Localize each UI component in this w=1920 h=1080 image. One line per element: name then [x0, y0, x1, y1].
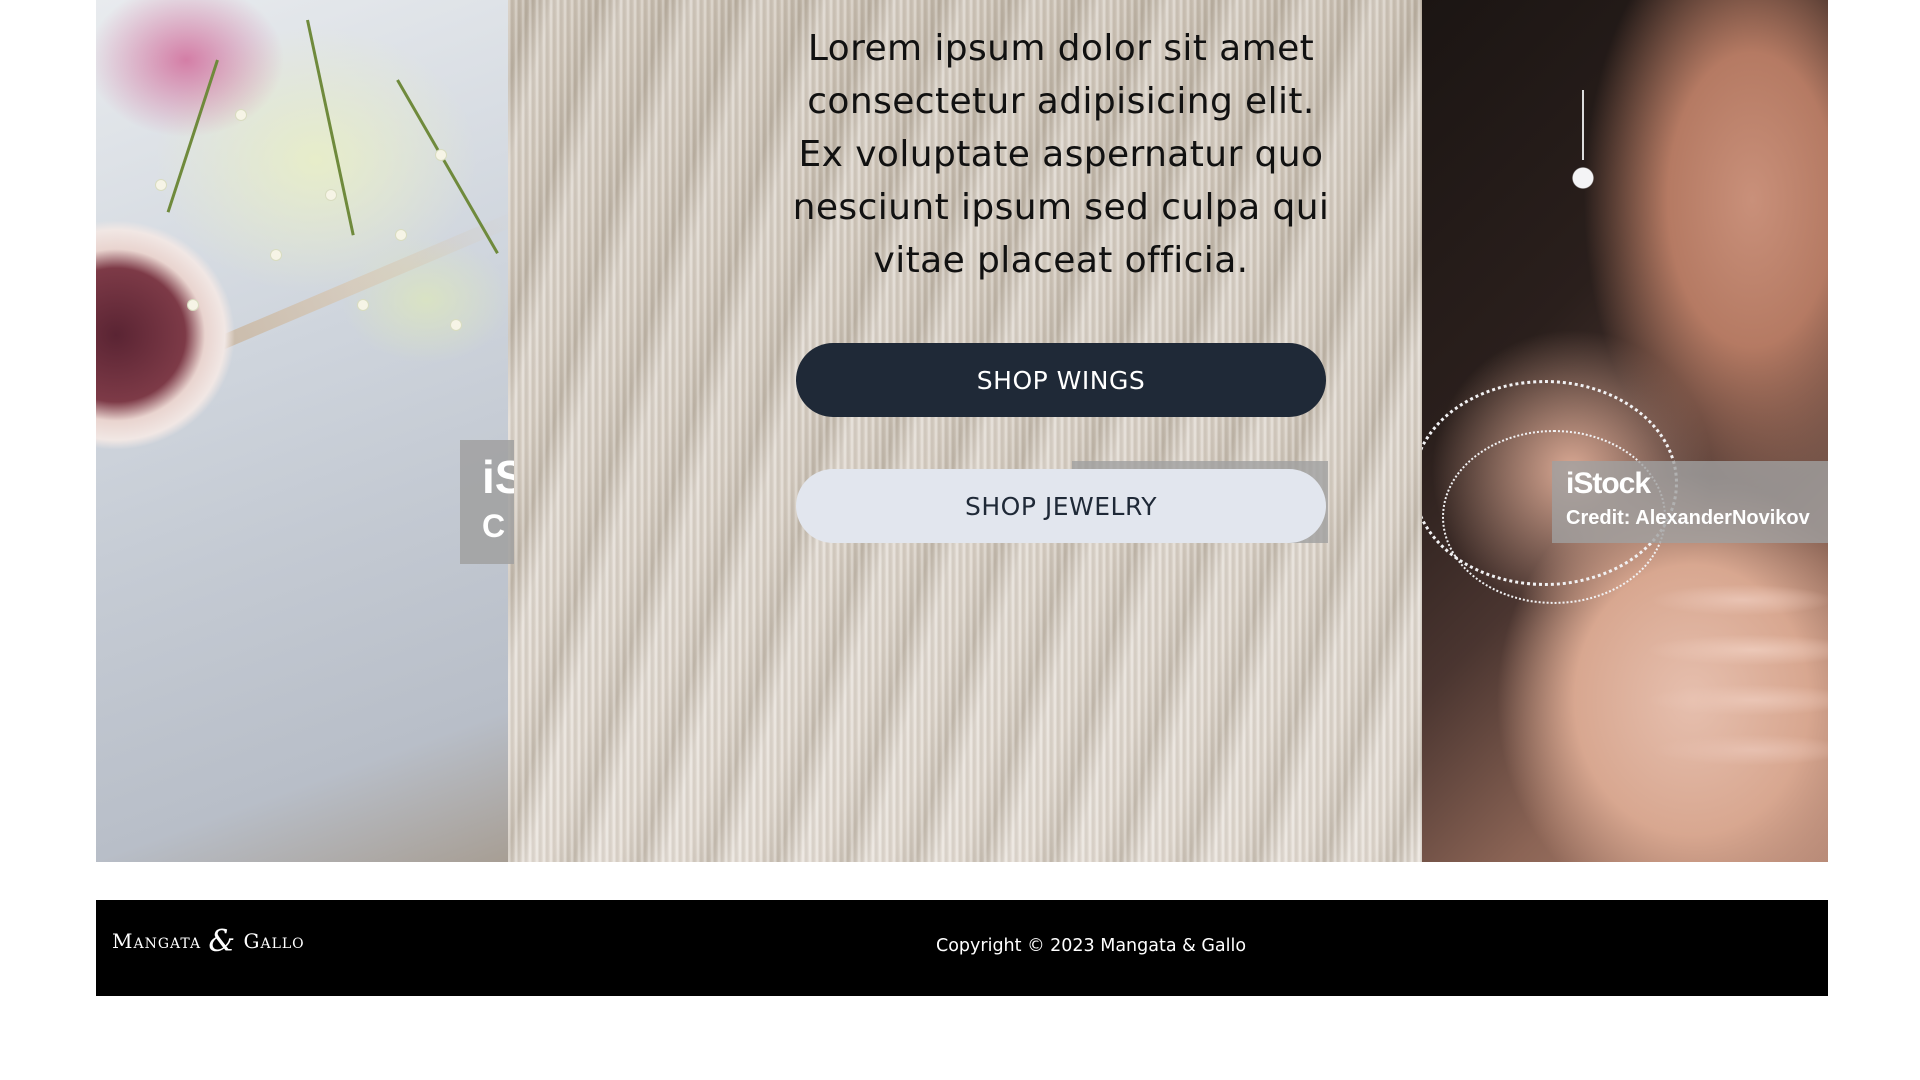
earring-detail — [1572, 90, 1594, 200]
logo-word-mangata: Mangata — [112, 929, 202, 953]
istock-watermark-left: iS C — [460, 440, 514, 564]
hero-section: iS C 2014 iStock Credit: AlexanderNoviko… — [96, 0, 1828, 862]
flower-bud — [396, 230, 406, 240]
flower-bud — [188, 300, 198, 310]
flower-bud — [326, 190, 336, 200]
copyright-text: Copyright © 2023 Mangata & Gallo — [936, 936, 1247, 956]
flowers-image — [96, 0, 508, 862]
istock-watermark-right: iStock Credit: AlexanderNovikov — [1552, 461, 1828, 543]
jewelry-model-image — [1422, 0, 1828, 862]
shop-jewelry-button[interactable]: SHOP JEWELRY — [796, 469, 1326, 543]
watermark-brand: iS — [482, 451, 514, 503]
watermark-credit: Credit: AlexanderNovikov — [1566, 507, 1810, 529]
flower-bud — [436, 150, 446, 160]
site-footer: Mangata & Gallo Copyright © 2023 Mangata… — [96, 900, 1828, 996]
flower-bud — [358, 300, 368, 310]
flower-bud — [451, 320, 461, 330]
logo-ampersand: & — [208, 924, 237, 959]
watermark-credit: C — [482, 508, 506, 544]
watermark-brand: iStock — [1566, 467, 1651, 500]
logo-word-gallo: Gallo — [243, 929, 305, 953]
glass-jar-decoration — [96, 200, 256, 470]
flower-stem — [166, 59, 219, 213]
flower-stem — [306, 19, 355, 236]
hand-detail — [1542, 560, 1828, 800]
shop-wings-button[interactable]: SHOP WINGS — [796, 343, 1326, 417]
flower-stem — [396, 79, 499, 254]
flower-bud — [156, 180, 166, 190]
brand-logo[interactable]: Mangata & Gallo — [112, 924, 305, 959]
hero-description: Lorem ipsum dolor sit amet consectetur a… — [792, 28, 1330, 281]
flower-bud — [271, 250, 281, 260]
flower-bud — [236, 110, 246, 120]
